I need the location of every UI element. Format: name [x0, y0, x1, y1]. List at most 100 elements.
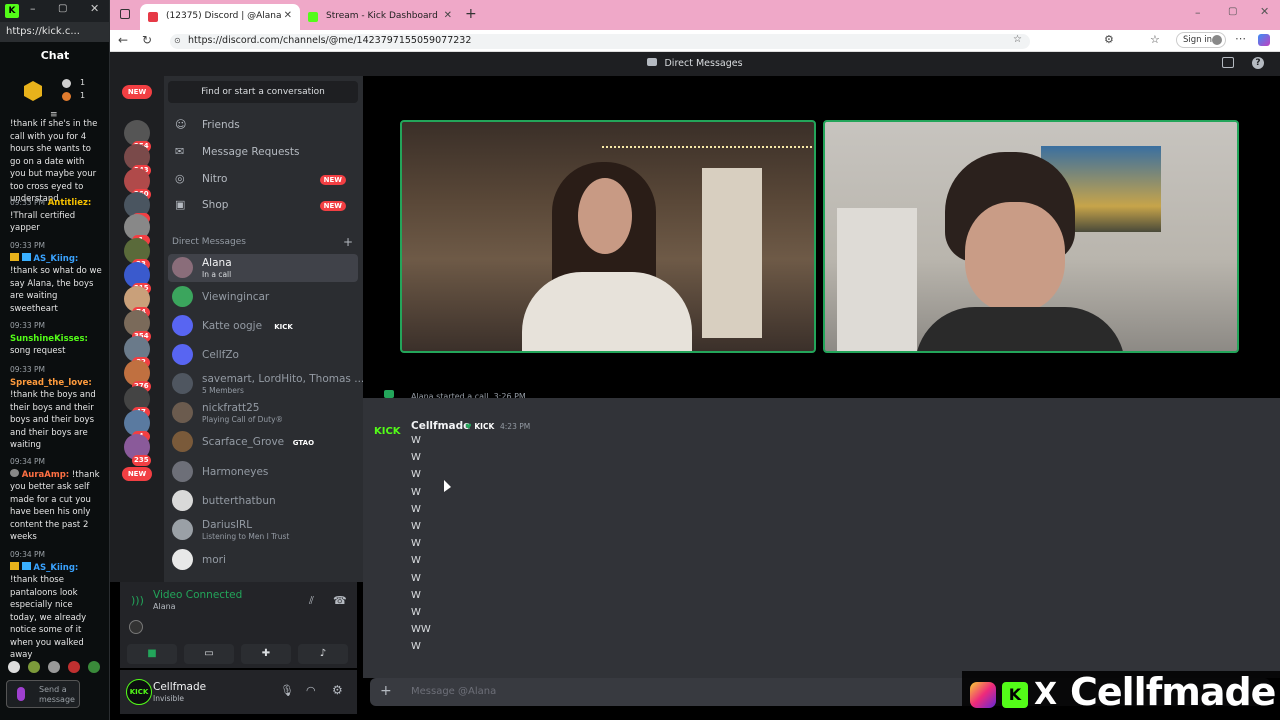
dm-item[interactable]: Harmoneyes: [168, 458, 358, 486]
emote-icon[interactable]: [88, 661, 100, 673]
help-icon[interactable]: ?: [1252, 57, 1264, 69]
tab-actions-icon[interactable]: [120, 9, 130, 19]
create-dm-button[interactable]: +: [343, 235, 353, 249]
close-tab-icon[interactable]: ✕: [284, 10, 292, 21]
emote-icon[interactable]: [48, 661, 60, 673]
unread-badge: 235: [132, 455, 151, 466]
refresh-icon[interactable]: ↻: [142, 33, 152, 47]
maximize-icon[interactable]: ▢: [1228, 6, 1237, 17]
new-servers-pill[interactable]: NEW: [122, 467, 152, 481]
gear-icon[interactable]: ⚙: [332, 683, 343, 697]
overlay-handle: Cellfmade: [1070, 670, 1276, 714]
back-icon[interactable]: ←: [118, 33, 128, 47]
dm-item[interactable]: Viewingincar: [168, 283, 358, 311]
close-tab-icon[interactable]: ✕: [444, 10, 452, 21]
close-icon[interactable]: ✕: [1260, 5, 1269, 18]
chat-username[interactable]: Antitliez:: [48, 198, 92, 208]
soundboard-button[interactable]: ♪: [298, 644, 348, 664]
chat-time: 09:33 PM: [10, 321, 45, 330]
sign-in-button[interactable]: Sign in: [1176, 32, 1226, 48]
noise-suppression-icon[interactable]: ⫽: [309, 594, 314, 608]
avatar-icon: [62, 79, 71, 88]
dm-item[interactable]: mori: [168, 546, 358, 574]
browser-tab-bar: (12375) Discord | @Alana ✕ Stream - Kick…: [110, 0, 1280, 30]
site-info-icon[interactable]: ⊙: [174, 36, 181, 45]
send-message-input[interactable]: Send a message: [6, 680, 80, 708]
new-badge: NEW: [319, 201, 346, 211]
sign-in-label: Sign in: [1183, 35, 1212, 45]
close-icon[interactable]: ✕: [90, 2, 99, 15]
find-conversation-button[interactable]: Find or start a conversation: [168, 81, 358, 103]
dm-activity: 5 Members: [202, 386, 244, 395]
tab-kick-dashboard[interactable]: Stream - Kick Dashboard ✕: [300, 4, 460, 30]
emote-icon[interactable]: [68, 661, 80, 673]
extensions-icon[interactable]: ⚙: [1104, 33, 1114, 46]
dm-name: nickfratt25: [202, 402, 260, 414]
nav-friends[interactable]: ☺ Friends: [172, 114, 356, 138]
emote-icon[interactable]: [8, 661, 20, 673]
message-author[interactable]: Cellfmade: [411, 420, 470, 432]
chat-text: !thank you better ask self made for a cu…: [10, 469, 100, 543]
chat-time: 09:33 PM: [10, 241, 45, 250]
tab-discord[interactable]: (12375) Discord | @Alana ✕: [140, 4, 300, 30]
signal-icon[interactable]: ))): [131, 594, 144, 607]
copilot-icon[interactable]: [1258, 34, 1270, 46]
message-line: W: [411, 555, 421, 567]
dm-item[interactable]: CellfZo: [168, 341, 358, 369]
badge-icon: [10, 561, 19, 570]
chat-username[interactable]: SunshineKisses:: [10, 334, 88, 344]
kick-url-bar[interactable]: https://kick.c...: [0, 22, 109, 42]
favorites-icon[interactable]: ☆: [1150, 33, 1160, 46]
message-line: W: [411, 538, 421, 550]
dm-item[interactable]: butterthatbun: [168, 487, 358, 515]
maximize-icon[interactable]: ▢: [58, 3, 67, 14]
nav-nitro[interactable]: ◎ Nitro NEW: [172, 168, 356, 192]
emote-icon[interactable]: [28, 661, 40, 673]
mic-icon[interactable]: 🎙: [280, 684, 294, 697]
new-servers-pill[interactable]: NEW: [122, 85, 152, 99]
top-title: Direct Messages: [664, 58, 743, 69]
dm-item[interactable]: DariusIRL Listening to Men I Trust: [168, 516, 358, 544]
menu-icon[interactable]: ⋯: [1235, 32, 1246, 45]
minimize-icon[interactable]: –: [1195, 6, 1201, 19]
star-icon[interactable]: ☆: [1013, 34, 1022, 45]
avatar: [172, 461, 193, 482]
minimize-icon[interactable]: –: [30, 2, 36, 15]
chat-username[interactable]: AuraAmp:: [22, 470, 69, 480]
new-tab-button[interactable]: +: [465, 6, 477, 22]
activity-button[interactable]: ✚: [241, 644, 291, 664]
url-field[interactable]: ⊙ https://discord.com/channels/@me/14237…: [170, 34, 1030, 49]
camera-button[interactable]: ■: [127, 644, 177, 664]
nav-label: Message Requests: [202, 146, 300, 158]
dm-item[interactable]: Scarface_Grove GTAO: [168, 428, 358, 456]
dm-activity: Playing Call of Duty®: [202, 415, 284, 424]
dm-item[interactable]: nickfratt25 Playing Call of Duty®: [168, 399, 358, 427]
voice-status[interactable]: Video Connected: [153, 589, 242, 601]
inbox-icon[interactable]: [1222, 57, 1234, 68]
disconnect-icon[interactable]: ☎: [333, 594, 347, 607]
video-tile-alana[interactable]: [400, 120, 816, 353]
message-line: W: [411, 503, 421, 515]
add-attachment-icon[interactable]: +: [380, 683, 392, 699]
dm-item[interactable]: Alana In a call: [168, 254, 358, 282]
chat-username[interactable]: AS_Kiing:: [33, 563, 78, 573]
role-label: KICK: [474, 422, 495, 431]
nav-shop[interactable]: ▣ Shop NEW: [172, 194, 356, 218]
screenshare-icon: ▭: [204, 648, 214, 659]
chat-username[interactable]: AS_Kiing:: [33, 254, 78, 264]
mic-icon[interactable]: [17, 687, 25, 701]
avatar[interactable]: KICK: [374, 426, 402, 440]
headphones-icon[interactable]: ◠: [306, 684, 316, 697]
dm-name: Alana: [202, 257, 232, 269]
dm-item[interactable]: Katte oogje KICK: [168, 312, 358, 340]
screenshare-button[interactable]: ▭: [184, 644, 234, 664]
chat-message: 09:33 PM Spread_the_love: !thank the boy…: [10, 364, 102, 452]
chat-text: !thank so what do we say Alana, the boys…: [10, 266, 102, 314]
audio-icon[interactable]: [148, 12, 158, 22]
nav-message-requests[interactable]: ✉ Message Requests: [172, 141, 356, 165]
chat-username[interactable]: Spread_the_love:: [10, 378, 92, 388]
nav-label: Nitro: [202, 173, 228, 185]
video-tile-cellfmade[interactable]: [823, 120, 1239, 353]
avatar[interactable]: KICK: [126, 679, 152, 705]
dm-item[interactable]: savemart, LordHito, Thomas ... 5 Members: [168, 370, 364, 398]
